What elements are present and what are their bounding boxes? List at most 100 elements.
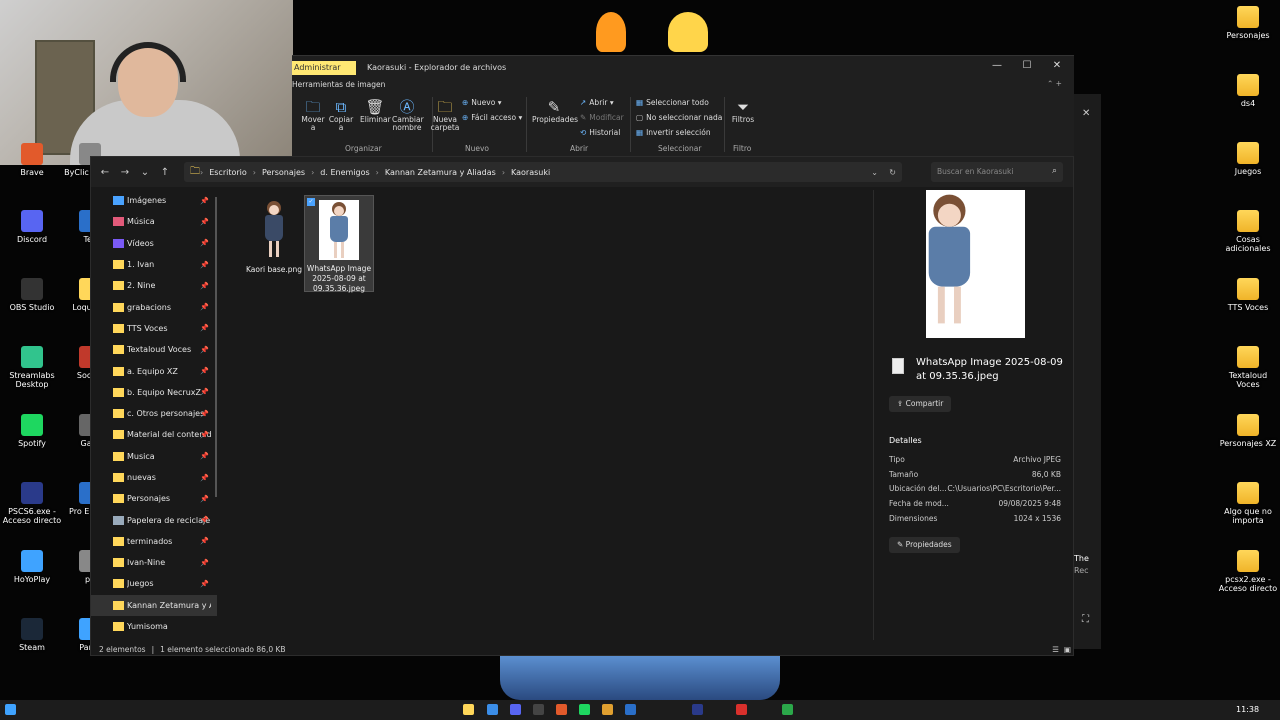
rename-button[interactable]: Ⓐ Cambiar nombre [392, 98, 424, 132]
app-taskbar-icon[interactable] [602, 704, 613, 715]
discord-taskbar-icon[interactable] [510, 704, 521, 715]
nav-item[interactable]: c. Otros personajes 📌 [91, 403, 217, 424]
desktop-icon[interactable]: Personajes XZ [1216, 414, 1280, 448]
nav-item[interactable]: nuevas 📌 [91, 467, 217, 488]
desktop-icon[interactable]: Streamlabs Desktop [0, 346, 64, 389]
pin-icon[interactable]: 📌 [200, 324, 209, 332]
back-button[interactable]: ← [95, 167, 115, 178]
copy-to-button[interactable]: ⧉ Copiar a [328, 98, 354, 132]
desktop-icon[interactable]: Algo que no importa [1216, 482, 1280, 525]
new-folder-button[interactable]: 🗀 Nueva carpeta [430, 98, 460, 132]
nav-item[interactable]: b. Equipo NecruxZ 📌 [91, 382, 217, 403]
desktop-icon[interactable]: ds4 [1216, 74, 1280, 108]
checkbox-icon[interactable]: ✓ [307, 198, 315, 206]
nav-item[interactable]: Yumisoma [91, 616, 217, 637]
share-button[interactable]: ⇪ Compartir [889, 396, 952, 412]
chevron-down-icon[interactable]: ⌄ [871, 168, 878, 177]
brave-taskbar-icon[interactable] [556, 704, 567, 715]
admin-tab[interactable]: Administrar [292, 61, 356, 75]
nav-item[interactable]: Material del contenido 📌 [91, 424, 217, 445]
modify-button[interactable]: ✎ Modificar [580, 113, 624, 122]
recent-button[interactable]: ⌄ [135, 167, 155, 178]
nav-scrollbar[interactable] [215, 197, 217, 497]
desktop-icon[interactable]: Juegos [1216, 142, 1280, 176]
spotify-taskbar-icon[interactable] [579, 704, 590, 715]
nav-item[interactable]: 2. Nine 📌 [91, 275, 217, 296]
delete-button[interactable]: 🗑 Eliminar [360, 98, 391, 124]
file-item[interactable]: Kaori base.png [239, 195, 309, 275]
history-button[interactable]: ⟲ Historial [580, 128, 620, 137]
invert-selection-button[interactable]: ▦ Invertir selección [636, 128, 711, 137]
desktop-icon[interactable]: Discord [0, 210, 64, 244]
desktop-icon[interactable]: Textaloud Voces [1216, 346, 1280, 389]
pin-icon[interactable]: 📌 [200, 218, 209, 226]
select-none-button[interactable]: ▢ No seleccionar nada [636, 113, 722, 122]
nav-item[interactable]: Musica 📌 [91, 446, 217, 467]
pin-icon[interactable]: 📌 [200, 537, 209, 545]
nav-item[interactable]: Vídeos 📌 [91, 233, 217, 254]
close-icon[interactable]: ✕ [1082, 108, 1090, 119]
details-view-icon[interactable]: ☰ [1052, 645, 1059, 654]
forward-button[interactable]: → [115, 167, 135, 178]
properties-button[interactable]: ✎ Propiedades [889, 537, 960, 553]
nav-item[interactable]: Papelera de reciclaje 📌 [91, 509, 217, 530]
photoshop-taskbar-icon[interactable] [692, 704, 703, 715]
breadcrumb-item[interactable]: Kaorasuki [511, 168, 550, 177]
breadcrumb-item[interactable]: d. Enemigos [320, 168, 369, 177]
select-all-button[interactable]: ▦ Seleccionar todo [636, 98, 709, 107]
desktop-icon[interactable]: Spotify [0, 414, 64, 448]
nav-item[interactable]: grabacions 📌 [91, 296, 217, 317]
nav-item[interactable]: Música 📌 [91, 211, 217, 232]
desktop-icon[interactable]: Steam [0, 618, 64, 652]
desktop-icon[interactable]: PSCS6.exe - Acceso directo [0, 482, 64, 525]
pin-icon[interactable]: 📌 [200, 197, 209, 205]
nav-item[interactable]: Juegos 📌 [91, 573, 217, 594]
pin-icon[interactable]: 📌 [200, 346, 209, 354]
pin-icon[interactable]: 📌 [200, 367, 209, 375]
maximize-button[interactable]: ☐ [1019, 60, 1035, 71]
pin-icon[interactable]: 📌 [200, 452, 209, 460]
clock[interactable]: 11:38 [1236, 705, 1259, 714]
refresh-icon[interactable]: ↻ [889, 168, 896, 177]
pin-icon[interactable]: 📌 [200, 474, 209, 482]
filters-button[interactable]: ⏷ Filtros [728, 98, 758, 124]
app-taskbar-icon[interactable] [736, 704, 747, 715]
nav-item[interactable]: Imágenes 📌 [91, 190, 217, 211]
desktop-icon[interactable]: OBS Studio [0, 278, 64, 312]
minimize-button[interactable]: — [989, 60, 1005, 71]
desktop-icon[interactable]: Brave [0, 143, 64, 177]
move-to-button[interactable]: 🗀 Mover a [300, 98, 326, 132]
pin-icon[interactable]: 📌 [200, 303, 209, 311]
desktop-icon[interactable]: HoYoPlay [0, 550, 64, 584]
nav-item[interactable]: 1. Ivan 📌 [91, 254, 217, 275]
nav-item[interactable]: Personajes 📌 [91, 488, 217, 509]
large-icons-view-icon[interactable]: ▣ [1064, 645, 1071, 654]
nav-item[interactable]: Textaloud Voces 📌 [91, 339, 217, 360]
search-input[interactable]: Buscar en Kaorasuki ⌕ [931, 162, 1063, 182]
obs-taskbar-icon[interactable] [533, 704, 544, 715]
pin-icon[interactable]: 📌 [200, 261, 209, 269]
start-icon[interactable] [5, 704, 16, 715]
pin-icon[interactable]: 📌 [200, 388, 209, 396]
desktop-icon[interactable]: pcsx2.exe - Acceso directo [1216, 550, 1280, 593]
app-taskbar-icon[interactable] [625, 704, 636, 715]
context-tab[interactable]: Herramientas de imagen [292, 80, 385, 89]
nav-item[interactable]: TTS Voces 📌 [91, 318, 217, 339]
nav-item[interactable]: Ivan-Nine 📌 [91, 552, 217, 573]
nav-item[interactable]: a. Equipo XZ 📌 [91, 360, 217, 381]
desktop-icon[interactable]: Personajes [1216, 6, 1280, 40]
pin-icon[interactable]: 📌 [200, 580, 209, 588]
nav-item[interactable]: terminados 📌 [91, 531, 217, 552]
up-button[interactable]: ↑ [155, 167, 175, 178]
breadcrumb-item[interactable]: Escritorio [209, 168, 247, 177]
pin-icon[interactable]: 📌 [200, 559, 209, 567]
app-taskbar-icon[interactable] [487, 704, 498, 715]
pin-icon[interactable]: 📌 [200, 282, 209, 290]
file-item-selected[interactable]: ✓ WhatsApp Image 2025-08-09 at 09.35.36.… [304, 195, 374, 293]
new-item-button[interactable]: ⊕ Nuevo ▾ [462, 98, 501, 107]
breadcrumb[interactable]: 🗀 › Escritorio › Personajes › d. Enemigos ›… [184, 162, 902, 182]
close-button[interactable]: ✕ [1049, 60, 1065, 71]
desktop-icon[interactable]: Cosas adicionales [1216, 210, 1280, 253]
breadcrumb-item[interactable]: Kannan Zetamura y Aliadas [385, 168, 496, 177]
pin-icon[interactable]: 📌 [200, 239, 209, 247]
